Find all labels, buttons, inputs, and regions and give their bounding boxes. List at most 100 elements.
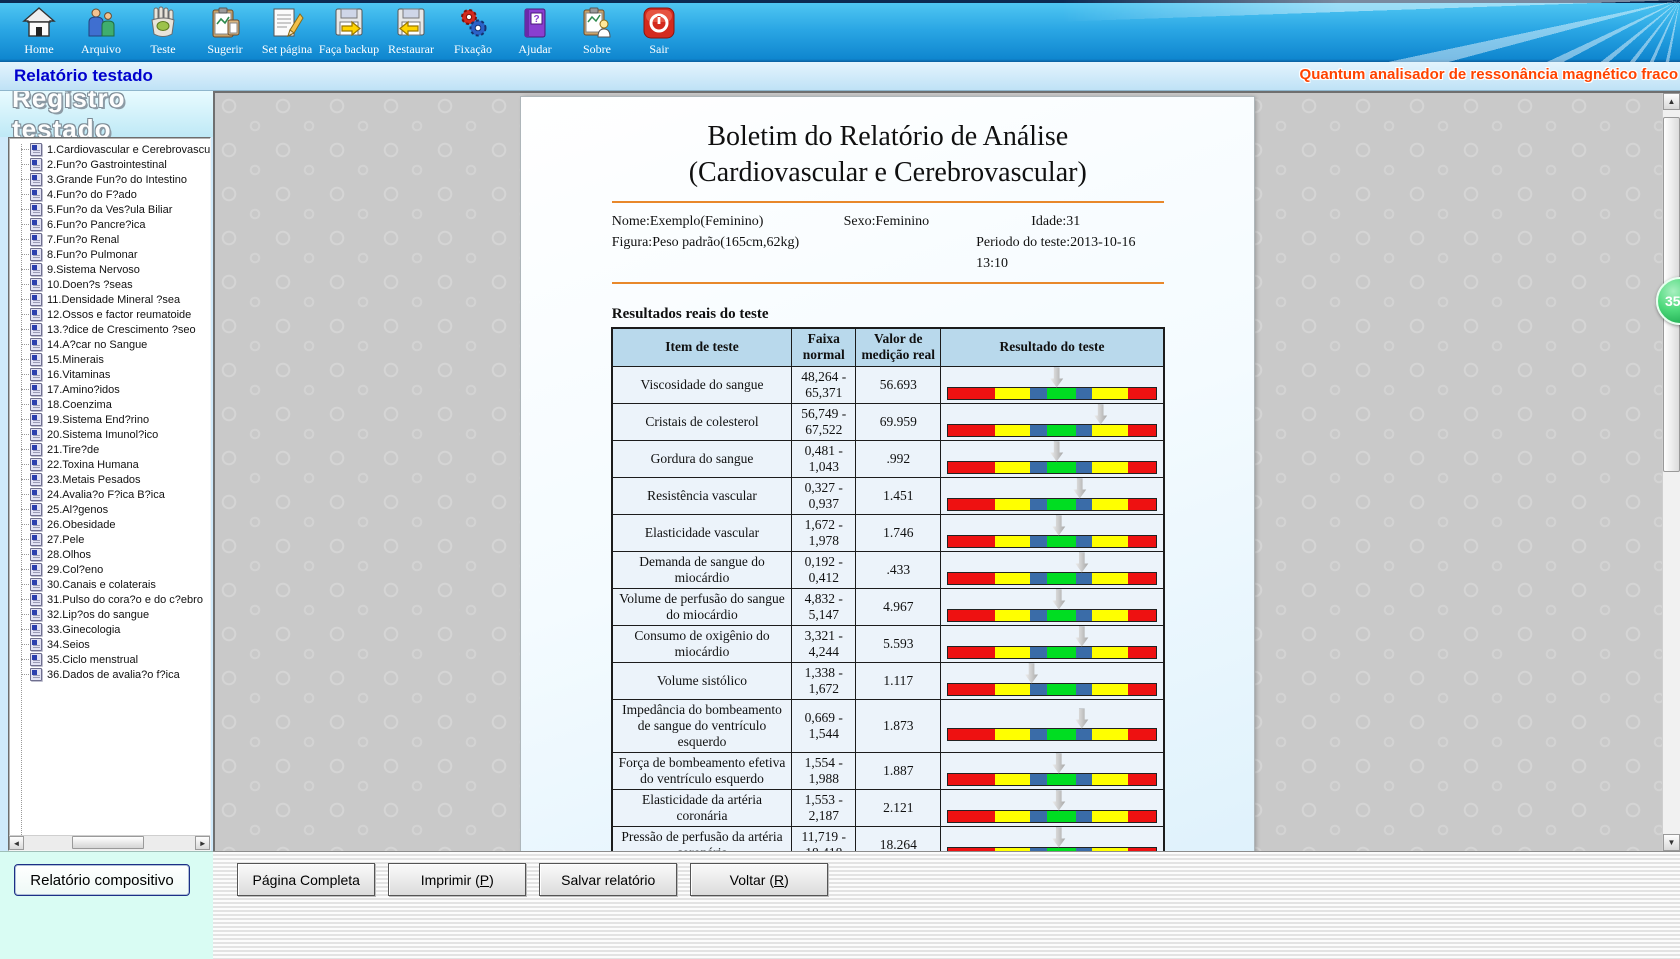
cell-range: 1,553 - 2,187 [792,789,856,826]
tree-item-28[interactable]: 28.Olhos [13,547,210,562]
toolbar-item-restaurar[interactable]: Restaurar [380,3,442,61]
tree-item-8[interactable]: 8.Fun?o Pulmonar [13,247,210,262]
tree-item-label: 26.Obesidade [47,519,116,531]
tree-item-label: 36.Dados de avalia?o f?ica [47,669,180,681]
cell-value: 69.959 [856,403,941,440]
scroll-left-button[interactable]: ◄ [9,836,24,850]
cell-item: Gordura do sangue [612,440,792,477]
tree-item-30[interactable]: 30.Canais e colaterais [13,577,210,592]
tree-item-29[interactable]: 29.Col?eno [13,562,210,577]
tree-horizontal-scrollbar[interactable]: ◄ ► [9,835,210,850]
clipboard-person-icon [580,6,614,40]
bar-segment [1047,499,1076,510]
tree-item-label: 6.Fun?o Pancre?ica [47,219,145,231]
tree-item-3[interactable]: 3.Grande Fun?o do Intestino [13,172,210,187]
record-doc-icon [30,458,42,471]
tree-item-6[interactable]: 6.Fun?o Pancre?ica [13,217,210,232]
cell-item: Impedância do bombeamento de sangue do v… [612,699,792,752]
tree-item-2[interactable]: 2.Fun?o Gastrointestinal [13,157,210,172]
bar-segment [1047,848,1076,852]
record-doc-icon [30,533,42,546]
toolbar-item-faca-backup[interactable]: Faça backup [318,3,380,61]
record-doc-icon [30,173,42,186]
tree-item-27[interactable]: 27.Pele [13,532,210,547]
tree-item-label: 8.Fun?o Pulmonar [47,249,138,261]
tree-item-18[interactable]: 18.Coenzima [13,397,210,412]
tree-item-16[interactable]: 16.Vitaminas [13,367,210,382]
tree-item-1[interactable]: 1.Cardiovascular e Cerebrovascu [13,142,210,157]
tree-item-35[interactable]: 35.Ciclo menstrual [13,652,210,667]
cell-value: 2.121 [856,789,941,826]
cell-range: 11,719 - 18,418 [792,826,856,851]
bar-segment [995,647,1030,658]
tree-item-19[interactable]: 19.Sistema End?rino [13,412,210,427]
tree-item-10[interactable]: 10.Doen?s ?seas [13,277,210,292]
tree-item-14[interactable]: 14.A?car no Sangue [13,337,210,352]
toolbar-item-sugerir[interactable]: Sugerir [194,3,256,61]
imprimir-button[interactable]: Imprimir (P) [388,863,526,896]
record-doc-icon [30,203,42,216]
record-doc-icon [30,308,42,321]
record-doc-icon [30,593,42,606]
tree-item-17[interactable]: 17.Amino?idos [13,382,210,397]
cell-range: 1,672 - 1,978 [792,514,856,551]
toolbar-item-label: Arquivo [81,42,121,57]
bar-segment [1076,729,1093,740]
tree-item-36[interactable]: 36.Dados de avalia?o f?ica [13,667,210,682]
floating-green-badge[interactable]: 35 [1656,277,1680,325]
tree-item-15[interactable]: 15.Minerais [13,352,210,367]
toolbar-item-arquivo[interactable]: Arquivo [70,3,132,61]
bar-segment [1076,811,1093,822]
record-doc-icon [30,548,42,561]
tree-item-24[interactable]: 24.Avalia?o F?ica B?ica [13,487,210,502]
tree-item-21[interactable]: 21.Tire?de [13,442,210,457]
composite-report-button[interactable]: Relatório compositivo [14,864,190,896]
toolbar-item-teste[interactable]: Teste [132,3,194,61]
tree-item-label: 24.Avalia?o F?ica B?ica [47,489,165,501]
patient-figure: Figura:Peso padrão(165cm,62kg) [612,232,976,274]
tree-item-13[interactable]: 13.?dice de Crescimento ?seo [13,322,210,337]
tree-item-33[interactable]: 33.Ginecologia [13,622,210,637]
result-pointer-icon [1075,553,1088,573]
table-row: Força de bombeamento efetiva do ventrícu… [612,752,1164,789]
toolbar-item-set-pagina[interactable]: Set página [256,3,318,61]
result-pointer-icon [1052,590,1065,610]
tree-item-11[interactable]: 11.Densidade Mineral ?sea [13,292,210,307]
tree-item-22[interactable]: 22.Toxina Humana [13,457,210,472]
tree-item-32[interactable]: 32.Lip?os do sangue [13,607,210,622]
cell-result [941,588,1164,625]
toolbar-item-fixacao[interactable]: Fixação [442,3,504,61]
bar-segment [1092,499,1127,510]
report-vertical-scrollbar[interactable]: ▲ ▼ [1662,93,1680,851]
tree-item-26[interactable]: 26.Obesidade [13,517,210,532]
tree-item-5[interactable]: 5.Fun?o da Ves?ula Biliar [13,202,210,217]
tree-item-23[interactable]: 23.Metais Pesados [13,472,210,487]
tree-item-7[interactable]: 7.Fun?o Renal [13,232,210,247]
tree-item-12[interactable]: 12.Ossos e factor reumatoide [13,307,210,322]
tree-item-25[interactable]: 25.Al?genos [13,502,210,517]
scroll-up-button[interactable]: ▲ [1663,93,1680,110]
hscroll-thumb[interactable] [72,836,144,849]
tree-item-20[interactable]: 20.Sistema Imunol?ico [13,427,210,442]
toolbar-item-home[interactable]: Home [8,3,70,61]
scroll-right-button[interactable]: ► [195,836,210,850]
toolbar-item-sair[interactable]: Sair [628,3,690,61]
tree-item-31[interactable]: 31.Pulso do cora?o e do c?ebro [13,592,210,607]
result-pointer-icon [1025,664,1038,684]
record-doc-icon [30,398,42,411]
tree-item-label: 10.Doen?s ?seas [47,279,133,291]
cell-range: 1,338 - 1,672 [792,662,856,699]
clipboard-icon [208,6,242,40]
voltar-button[interactable]: Voltar (R) [690,863,828,896]
table-header-row: Item de teste Faixa normal Valor de medi… [612,328,1164,366]
scroll-down-button[interactable]: ▼ [1663,834,1680,851]
tree-item-34[interactable]: 34.Seios [13,637,210,652]
toolbar-item-sobre[interactable]: Sobre [566,3,628,61]
tree-item-4[interactable]: 4.Fun?o do F?ado [13,187,210,202]
bar-segment [995,684,1030,695]
record-doc-icon [30,188,42,201]
salvar-relatorio-button[interactable]: Salvar relatório [539,863,677,896]
tree-item-9[interactable]: 9.Sistema Nervoso [13,262,210,277]
toolbar-item-ajudar[interactable]: ? Ajudar [504,3,566,61]
pagina-completa-button[interactable]: Página Completa [237,863,375,896]
